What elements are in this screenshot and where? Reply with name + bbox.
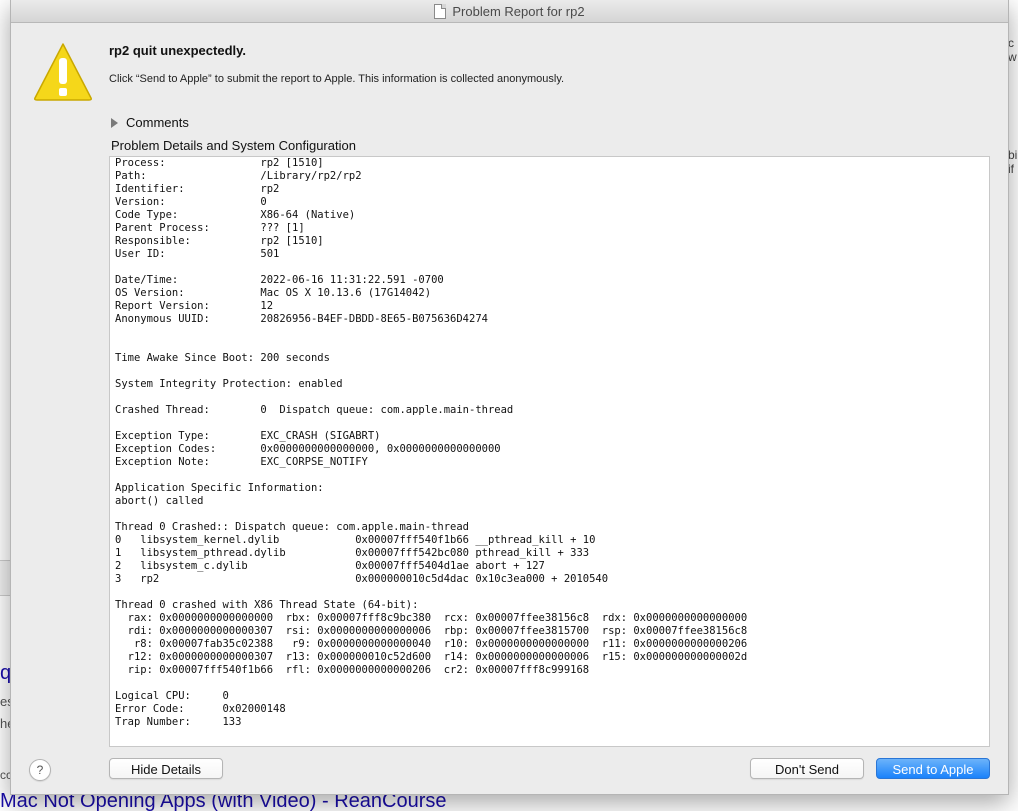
background-text-fragment: w <box>1008 50 1017 64</box>
alert-message: Click “Send to Apple” to submit the repo… <box>109 73 565 85</box>
comments-label: Comments <box>126 115 189 130</box>
problem-details-textview[interactable]: Process: rp2 [1510] Path: /Library/rp2/r… <box>109 156 990 747</box>
dont-send-button[interactable]: Don't Send <box>750 758 864 779</box>
background-text-fragment: bi <box>1008 148 1018 162</box>
document-icon <box>434 3 447 19</box>
window-title: Problem Report for rp2 <box>452 3 585 19</box>
problem-report-dialog: Problem Report for rp2 rp2 quit unexpect… <box>10 0 1009 795</box>
title-bar[interactable]: Problem Report for rp2 <box>11 0 1008 23</box>
comments-disclosure[interactable]: Comments <box>111 115 189 130</box>
warning-icon <box>34 43 92 101</box>
send-to-apple-button[interactable]: Send to Apple <box>876 758 990 779</box>
details-heading: Problem Details and System Configuration <box>111 138 356 153</box>
hide-details-button[interactable]: Hide Details <box>109 758 223 779</box>
desktop: c w bi if q es he cc Mac Not Opening App… <box>0 0 1018 811</box>
background-toolbar-fragment <box>0 560 10 596</box>
alert-headline: rp2 quit unexpectedly. <box>109 43 247 58</box>
disclosure-triangle-icon[interactable] <box>111 117 118 128</box>
problem-details-text: Process: rp2 [1510] Path: /Library/rp2/r… <box>115 157 748 728</box>
help-button[interactable]: ? <box>29 759 51 781</box>
